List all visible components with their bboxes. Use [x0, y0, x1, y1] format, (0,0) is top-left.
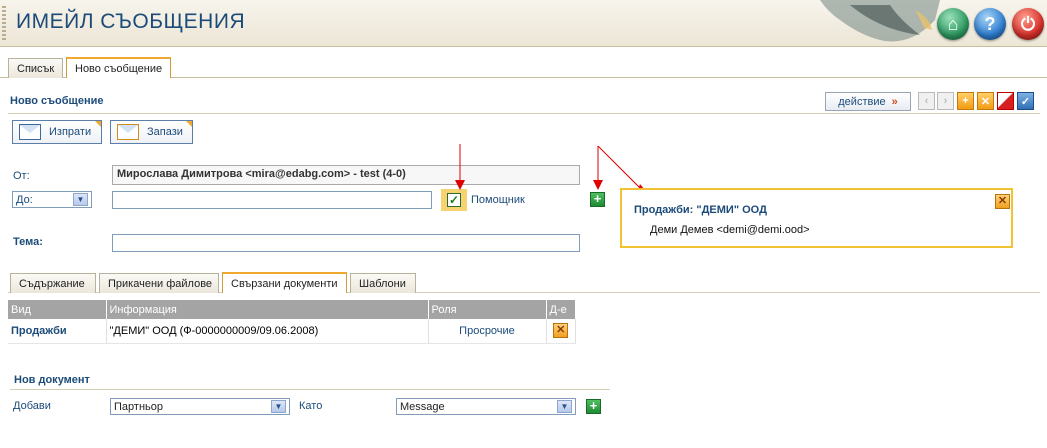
envelope-save-icon [117, 124, 139, 140]
row-role: Просрочие [428, 319, 547, 344]
action-button[interactable]: действие » [825, 92, 911, 111]
col-info: Информация [106, 300, 429, 319]
cancel-icon[interactable] [997, 92, 1014, 110]
send-corner [95, 121, 101, 127]
col-action: Д-е [546, 300, 576, 319]
next-icon[interactable]: › [937, 92, 954, 110]
col-role: Роля [428, 300, 547, 319]
tab-new-message[interactable]: Ново съобщение [66, 57, 171, 78]
popup-contact[interactable]: Деми Демев <demi@demi.ood> [650, 224, 810, 236]
app-title: ИМЕЙЛ СЪОБЩЕНИЯ [16, 10, 246, 33]
partner-select[interactable]: Партньор ▼ [110, 398, 290, 415]
chevron-down-icon: ▼ [557, 400, 572, 413]
delete-icon[interactable]: ✕ [977, 92, 994, 110]
tab-templates[interactable]: Шаблони [350, 273, 416, 293]
send-button[interactable]: Изпрати [12, 120, 102, 144]
to-select[interactable]: До: ▼ [12, 191, 92, 208]
popup-title: Продажби: "ДЕМИ" ООД [634, 204, 767, 216]
help-icon[interactable]: ? [974, 8, 1006, 40]
action-label: действие [838, 95, 886, 108]
add-icon[interactable]: + [957, 92, 974, 110]
as-label: Като [299, 400, 323, 412]
add-document-icon[interactable]: + [586, 399, 601, 414]
section-divider [8, 113, 1040, 114]
new-doc-divider [10, 389, 610, 390]
type-select[interactable]: Message ▼ [396, 398, 576, 415]
row-delete-icon[interactable]: ✕ [553, 323, 569, 339]
subject-input[interactable] [112, 234, 580, 252]
col-type: Вид [8, 300, 107, 319]
header-grip [2, 6, 6, 42]
tab-attachments[interactable]: Прикачени файлове [99, 273, 219, 293]
confirm-icon[interactable]: ✓ [1017, 92, 1034, 110]
table-row: Продажби "ДЕМИ" ООД (Ф-0000000009/09.06.… [8, 319, 576, 344]
prev-icon[interactable]: ‹ [918, 92, 935, 110]
home-icon[interactable]: ⌂ [937, 8, 969, 40]
chevron-down-icon: ▼ [271, 400, 286, 413]
contact-popup: Продажби: "ДЕМИ" ООД Деми Демев <demi@de… [620, 188, 1013, 248]
partner-select-value: Партньор [114, 400, 163, 413]
row-info: "ДЕМИ" ООД (Ф-0000000009/09.06.2008) [106, 319, 429, 344]
popup-close-icon[interactable]: ✕ [995, 194, 1010, 209]
power-icon[interactable]: ⏻ [1012, 8, 1044, 40]
bird-decoration [820, 0, 940, 42]
type-select-value: Message [400, 400, 445, 413]
table-header-row: Вид Информация Роля Д-е [8, 300, 576, 319]
chevron-down-icon: ▼ [73, 193, 88, 206]
related-docs-table: Вид Информация Роля Д-е Продажби "ДЕМИ" … [8, 300, 576, 344]
save-button[interactable]: Запази [110, 120, 193, 144]
send-label: Изпрати [49, 126, 92, 138]
envelope-send-icon [19, 124, 41, 140]
save-corner [186, 121, 192, 127]
row-type-link[interactable]: Продажби [8, 319, 107, 344]
save-label: Запази [147, 126, 183, 138]
to-select-value: До: [16, 193, 33, 206]
new-doc-title: Нов документ [14, 374, 90, 386]
add-label: Добави [13, 400, 51, 412]
tab-related-docs[interactable]: Свързани документи [222, 272, 347, 293]
action-arrow-icon: » [891, 95, 898, 108]
from-label: От: [13, 170, 30, 182]
tab-list[interactable]: Списък [8, 58, 63, 78]
subject-label: Тема: [13, 236, 43, 248]
to-input[interactable] [112, 191, 432, 209]
tab-content[interactable]: Съдържание [10, 273, 96, 293]
section-title: Ново съобщение [10, 95, 104, 107]
